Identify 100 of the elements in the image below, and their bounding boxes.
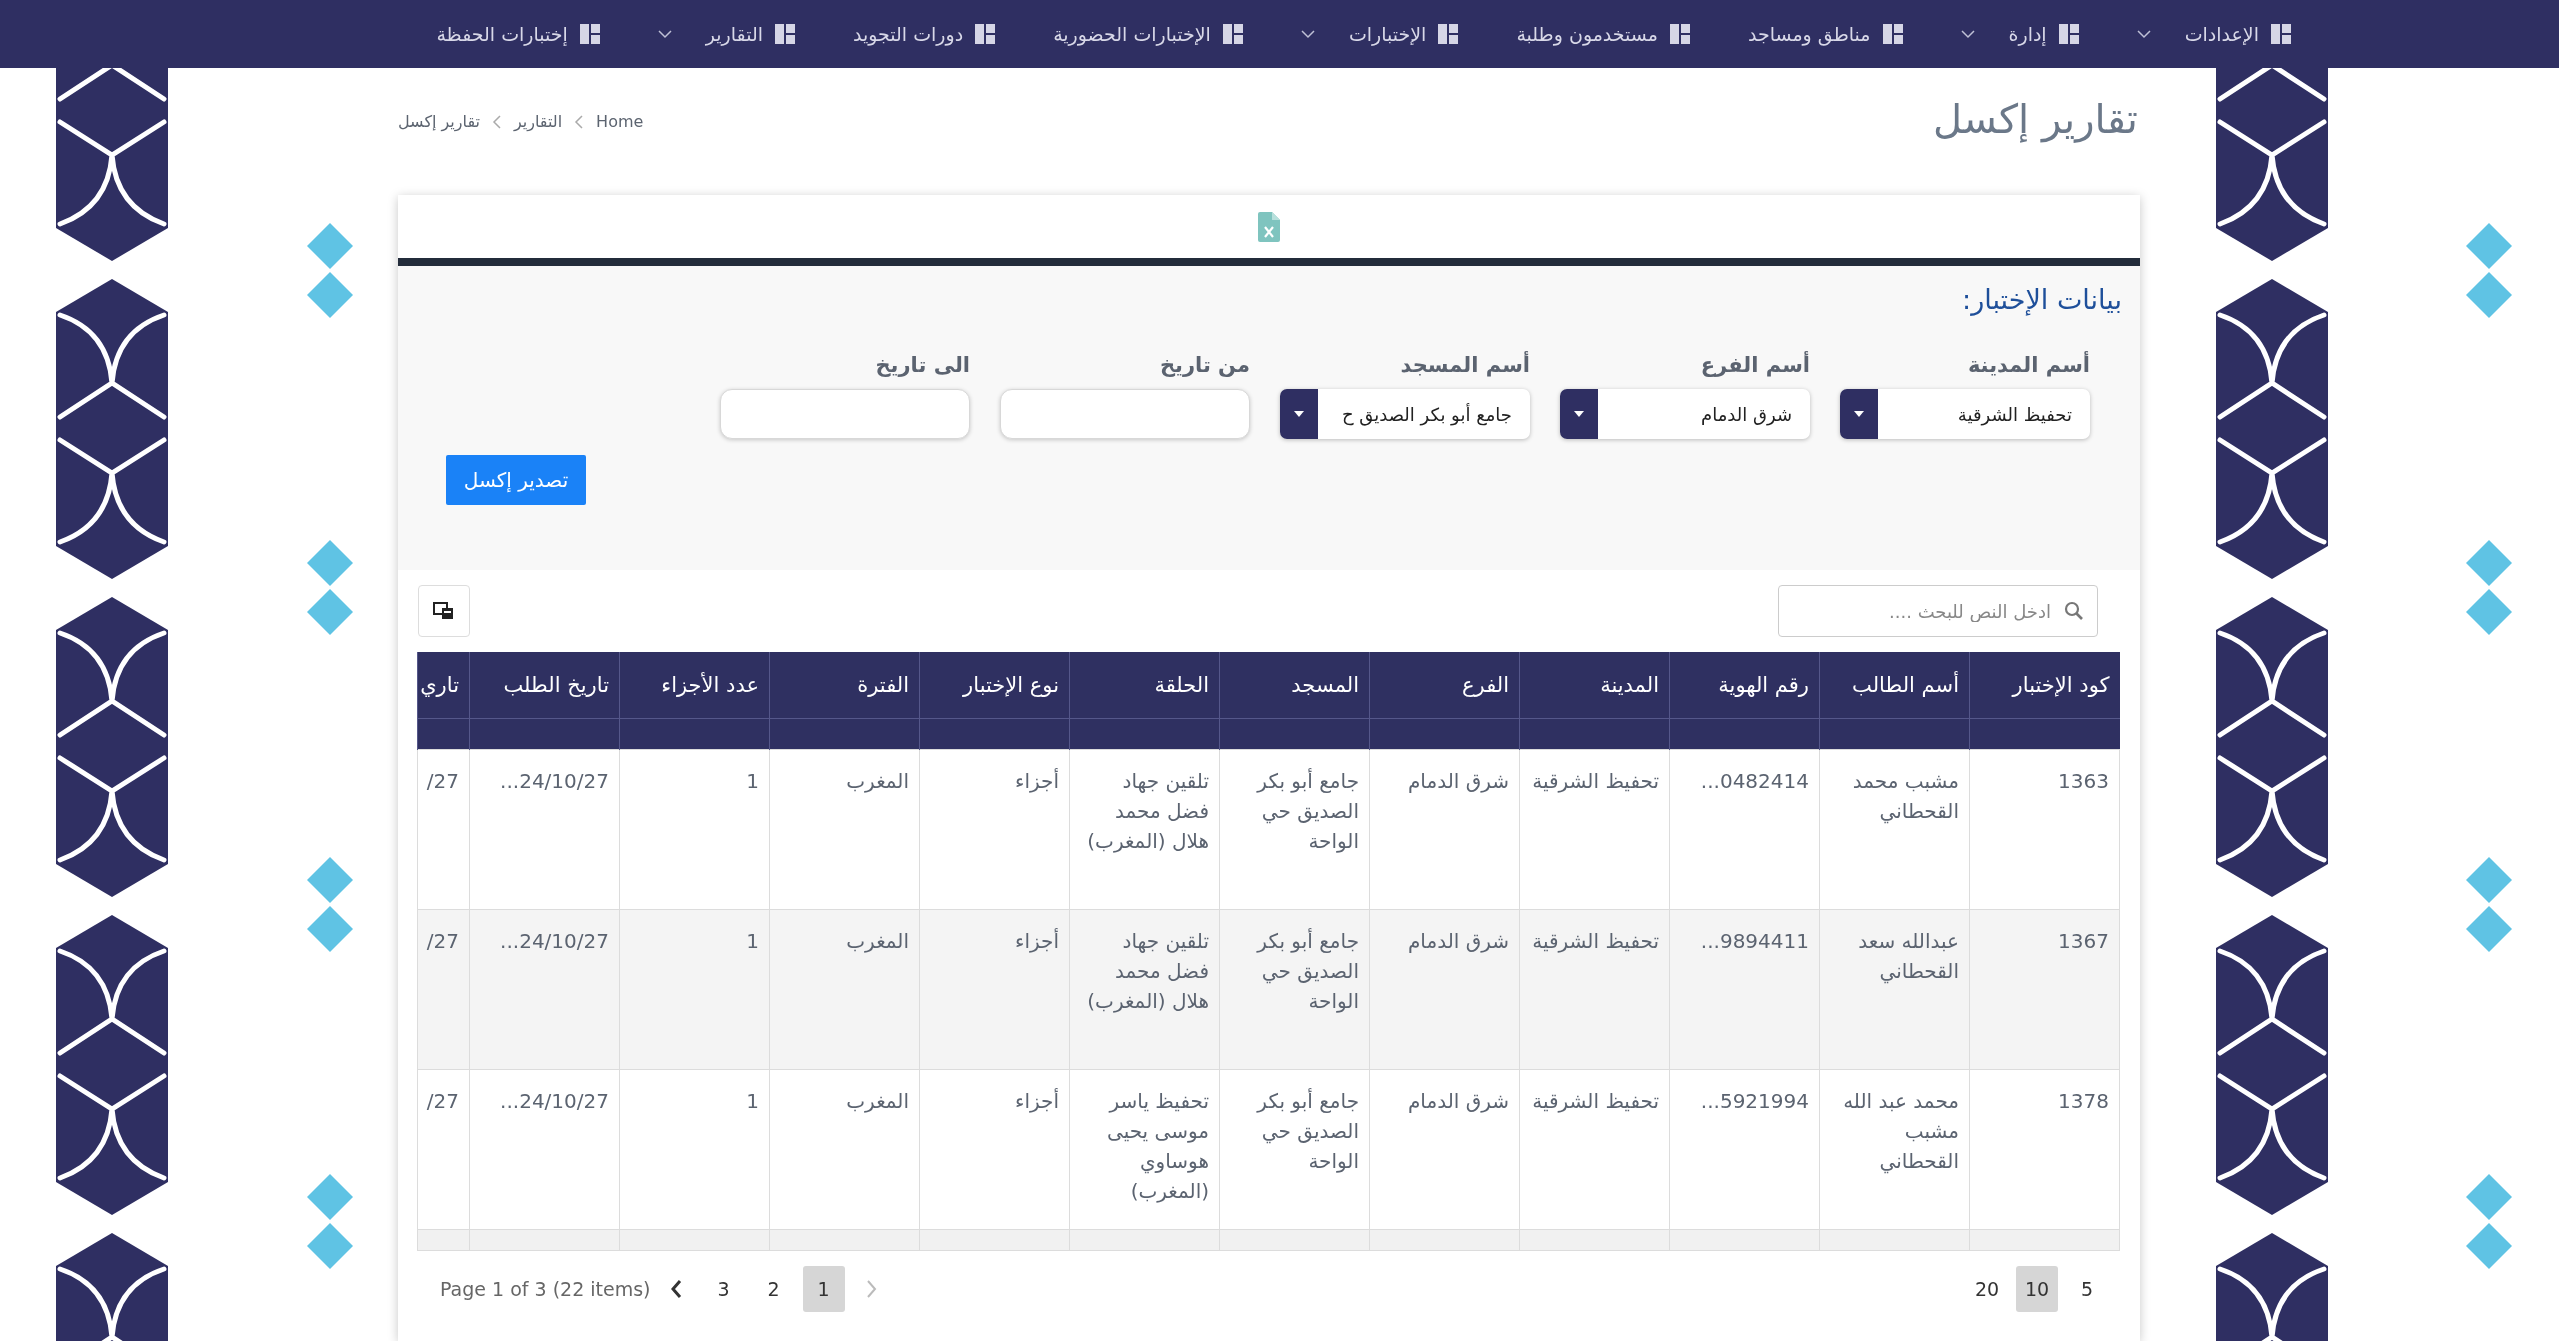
table-cell: /27 <box>417 909 470 1070</box>
column-header[interactable]: رقم الهوية <box>1669 652 1820 719</box>
field-label: أسم المدينة <box>1966 353 2090 377</box>
table-cell: شرق الدمام <box>1369 909 1520 1070</box>
table-cell: تلقين جهاد فضل محمد هلال (المغرب) <box>1069 909 1220 1070</box>
spreadsheet-file-icon <box>1258 211 1280 242</box>
chevron-left-icon <box>491 114 502 129</box>
caret-down-icon <box>1574 411 1584 417</box>
table-cell: شرق الدمام <box>1369 749 1520 910</box>
grid-icon <box>579 24 600 44</box>
nav-menu-item[interactable]: الإختبارات الحضورية <box>1053 23 1243 45</box>
dropdown-toggle[interactable] <box>1280 389 1318 439</box>
nav-menu-item[interactable]: إختبارات الحفظة <box>436 23 600 45</box>
column-header[interactable]: الفترة <box>769 652 920 719</box>
windows-icon <box>433 602 455 620</box>
table-cell: 1378 <box>1969 1069 2120 1230</box>
table-cell: جامع أبو بكر الصديق حي الواحة <box>1219 1069 1370 1230</box>
column-header[interactable]: أسم الطالب <box>1819 652 1970 719</box>
table-cell: أجزاء <box>919 1069 1070 1230</box>
table-cell: /27 <box>417 749 470 910</box>
table-cell: ...5921994 <box>1669 1069 1820 1230</box>
nav-menu-item[interactable]: التقارير <box>657 23 795 45</box>
caret-down-icon <box>1294 411 1304 417</box>
table-cell: ...9894411 <box>1669 909 1820 1070</box>
table-cell: 1 <box>619 1069 770 1230</box>
chevron-left-icon <box>574 114 585 129</box>
nav-menu-item[interactable]: الإعدادات <box>2136 23 2291 45</box>
field-label: أسم الفرع <box>1699 353 1810 377</box>
breadcrumb-link[interactable]: تقارير إكسل <box>398 112 480 131</box>
page-button[interactable]: 1 <box>802 1265 845 1312</box>
column-header[interactable]: تاري <box>417 652 470 719</box>
dropdown-field[interactable]: جامع أبو بكر الصديق ح <box>1280 389 1530 439</box>
page-title: تقارير إكسل <box>1933 96 2138 142</box>
grid-icon <box>975 24 996 44</box>
table-cell: أجزاء <box>919 749 1070 910</box>
grid-icon <box>2271 24 2291 44</box>
search-field[interactable]: ادخل النص للبحث .... <box>1778 585 2098 637</box>
table-cell: عبدالله سعد القحطاني <box>1819 909 1970 1070</box>
column-header[interactable]: عدد الأجزاء <box>619 652 770 719</box>
column-chooser-button[interactable] <box>418 585 470 637</box>
table-cell: /27 <box>417 1069 470 1230</box>
nav-menu-item[interactable]: مناطق ومساجد <box>1747 23 1903 45</box>
nav-menu-item[interactable]: مستخدمون وطلبة <box>1516 23 1690 45</box>
table-cell: مشبب محمد القحطاني <box>1819 749 1970 910</box>
grid-icon <box>774 24 795 44</box>
grid-icon <box>1222 24 1243 44</box>
table-cell: ...24/10/27 <box>469 749 620 910</box>
dropdown-field[interactable]: شرق الدمام <box>1560 389 1810 439</box>
table-cell: 1 <box>619 909 770 1070</box>
table-cell: 1 <box>619 749 770 910</box>
table-cell: تحفيظ الشرقية <box>1519 1069 1670 1230</box>
page-size-option[interactable]: 10 <box>2016 1265 2058 1312</box>
grid-icon <box>1669 24 1690 44</box>
caret-down-icon <box>1854 411 1864 417</box>
search-icon <box>2064 601 2084 621</box>
nav-menu-item[interactable]: الإختبارات <box>1300 23 1459 45</box>
date-field[interactable] <box>720 389 970 439</box>
table-cell: شرق الدمام <box>1369 1069 1520 1230</box>
table-cell: تلقين جهاد فضل محمد هلال (المغرب) <box>1069 749 1220 910</box>
table-cell: ...24/10/27 <box>469 909 620 1070</box>
table-cell: المغرب <box>769 909 920 1070</box>
table-cell: المغرب <box>769 749 920 910</box>
grid-icon <box>1438 24 1459 44</box>
page-button[interactable]: 2 <box>752 1265 795 1312</box>
column-header[interactable]: الحلقة <box>1069 652 1220 719</box>
column-header[interactable]: تاريخ الطلب <box>469 652 620 719</box>
dropdown-toggle[interactable] <box>1840 389 1878 439</box>
column-header[interactable]: المسجد <box>1219 652 1370 719</box>
page-info: Page 1 of 3 (22 items) <box>440 1277 651 1300</box>
table-cell: 1363 <box>1969 749 2120 910</box>
table-cell: محمد عبد الله مشبب القحطاني <box>1819 1069 1970 1230</box>
page-button[interactable]: 3 <box>702 1265 745 1312</box>
field-label: الى تاريخ <box>874 353 970 377</box>
column-header[interactable]: كود الإختبار <box>1969 652 2120 719</box>
field-label: من تاريخ <box>1158 353 1250 377</box>
table-cell: 1367 <box>1969 909 2120 1070</box>
table-cell: أجزاء <box>919 909 1070 1070</box>
breadcrumb-link[interactable]: Home <box>596 112 644 131</box>
column-header[interactable]: نوع الإختبار <box>919 652 1070 719</box>
table-cell: ...24/10/27 <box>469 1069 620 1230</box>
table-cell: تحفيظ ياسر موسى يحيى هوساوي (المغرب) <box>1069 1069 1220 1230</box>
grid-icon <box>2058 24 2079 44</box>
export-button[interactable]: تصدير إكسل <box>446 455 586 505</box>
column-header[interactable]: الفرع <box>1369 652 1520 719</box>
table-cell: جامع أبو بكر الصديق حي الواحة <box>1219 909 1370 1070</box>
date-field[interactable] <box>1000 389 1250 439</box>
table-cell: جامع أبو بكر الصديق حي الواحة <box>1219 749 1370 910</box>
table-cell: تحفيظ الشرقية <box>1519 749 1670 910</box>
dropdown-toggle[interactable] <box>1560 389 1598 439</box>
dropdown-field[interactable]: تحفيظ الشرقية <box>1840 389 2090 439</box>
column-header[interactable]: المدينة <box>1519 652 1670 719</box>
page-size-option[interactable]: 5 <box>2066 1265 2108 1312</box>
breadcrumb-link[interactable]: التقارير <box>513 112 563 131</box>
table-cell: ...0482414 <box>1669 749 1820 910</box>
table-cell: تحفيظ الشرقية <box>1519 909 1670 1070</box>
nav-menu-item[interactable]: إدارة <box>1960 23 2079 45</box>
nav-menu-item[interactable]: دورات التجويد <box>852 23 996 45</box>
grid-icon <box>1882 24 1903 44</box>
section-heading: بيانات الإختبار: <box>1961 284 2122 315</box>
page-size-option[interactable]: 20 <box>1966 1265 2008 1312</box>
